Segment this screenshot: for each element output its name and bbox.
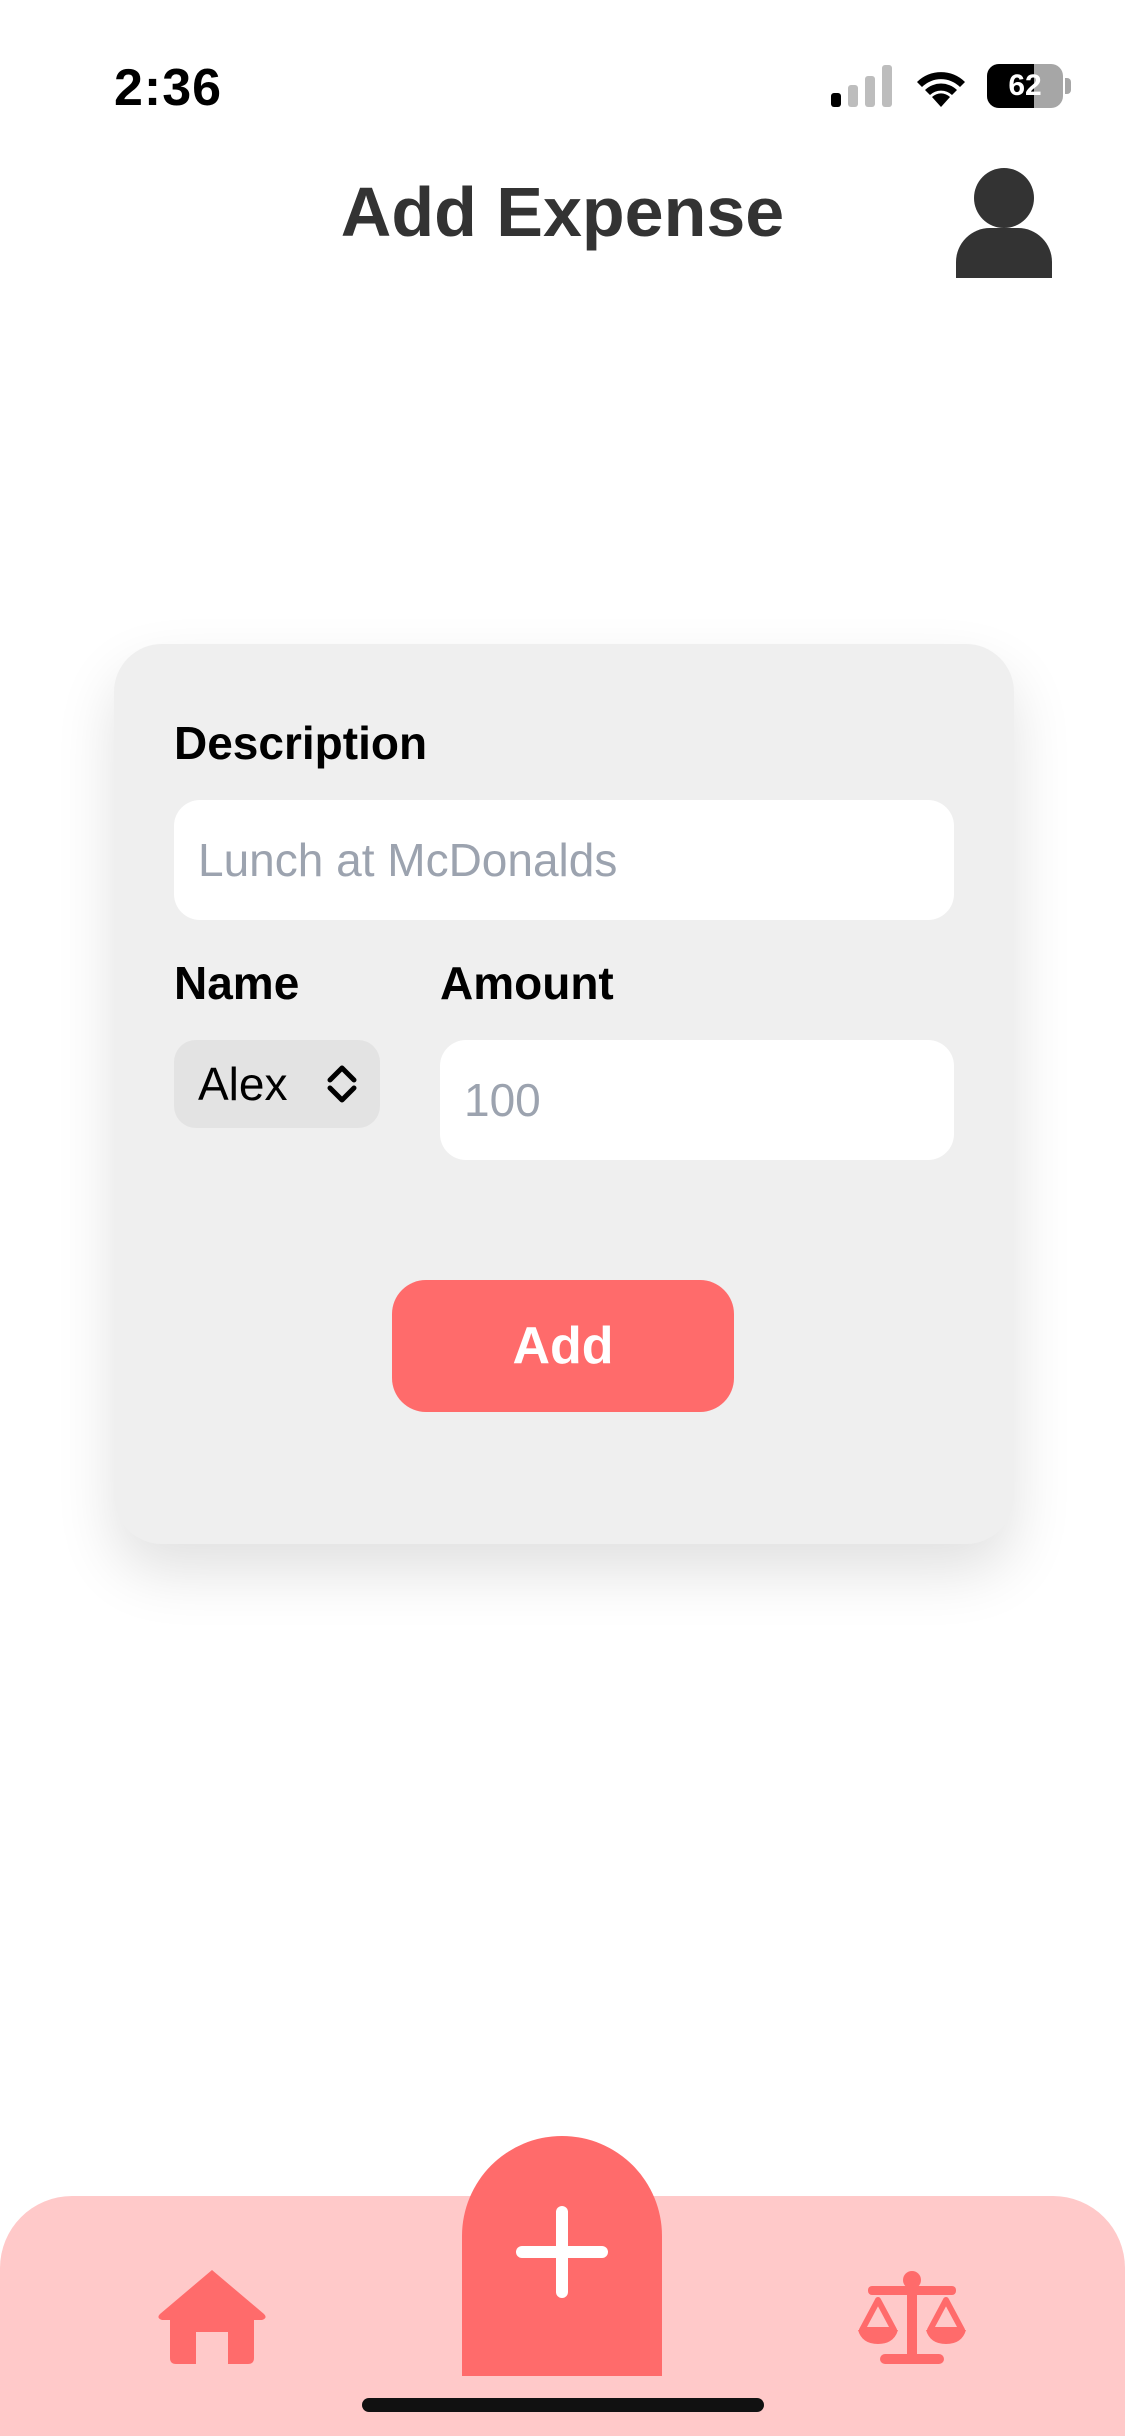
balance-scale-icon[interactable]	[856, 2270, 968, 2366]
expense-form-card: Description Name Amount Alex Add	[114, 644, 1014, 1544]
add-button[interactable]: Add	[392, 1280, 734, 1412]
chevron-up-down-icon	[327, 1065, 357, 1103]
name-label: Name	[174, 957, 300, 1009]
status-time: 2:36	[114, 59, 223, 117]
battery-level: 62	[1008, 69, 1042, 102]
description-input[interactable]	[174, 800, 954, 920]
wifi-icon	[917, 72, 965, 107]
battery-icon: 62	[987, 64, 1063, 108]
amount-label: Amount	[440, 957, 614, 1009]
signal-icon	[831, 65, 892, 107]
plus-icon	[516, 2206, 608, 2298]
home-icon[interactable]	[156, 2266, 268, 2366]
status-icons: 62	[831, 64, 1071, 108]
home-indicator[interactable]	[362, 2398, 764, 2412]
description-label: Description	[174, 717, 428, 769]
name-select-value: Alex	[198, 1058, 288, 1110]
status-bar: 2:36 62	[0, 0, 1125, 170]
add-expense-fab[interactable]	[462, 2136, 662, 2376]
name-select[interactable]: Alex	[174, 1040, 380, 1128]
person-icon[interactable]	[956, 166, 1052, 278]
amount-input[interactable]	[440, 1040, 954, 1160]
